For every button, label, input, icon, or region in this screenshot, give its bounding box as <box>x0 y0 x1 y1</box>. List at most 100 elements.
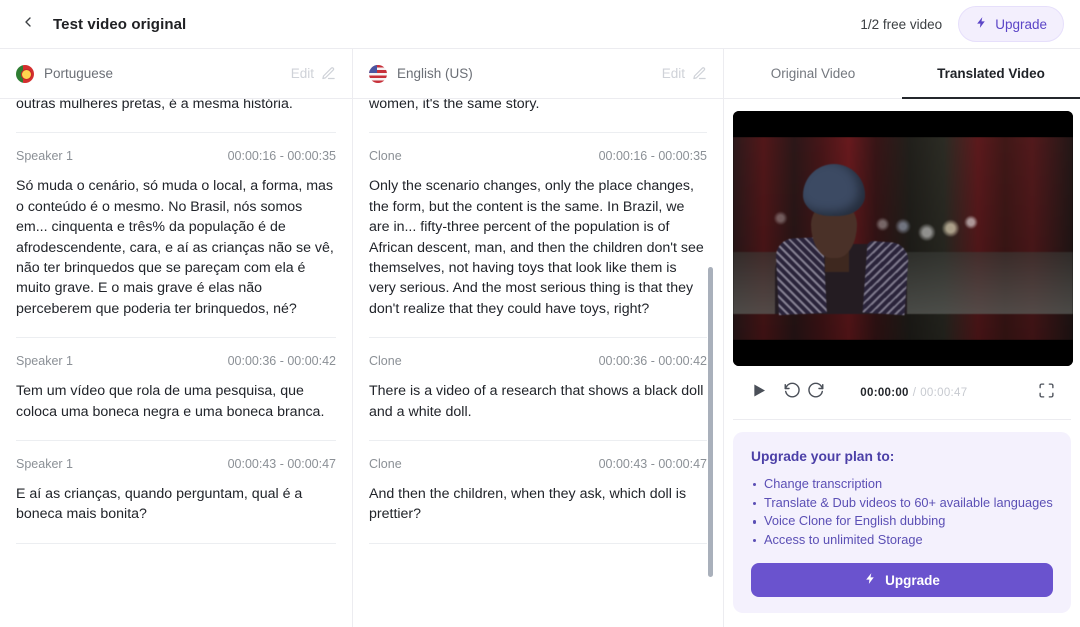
segment-time: 00:00:43 - 00:00:47 <box>598 457 707 472</box>
edit-source-label: Edit <box>290 66 314 81</box>
portugal-flag-icon <box>16 64 34 83</box>
fullscreen-button[interactable] <box>1038 382 1055 404</box>
subject-head-wrap <box>803 164 865 216</box>
transcript-scrollbar[interactable] <box>708 107 713 623</box>
play-icon <box>751 382 767 404</box>
chevron-left-icon <box>20 14 36 35</box>
usa-flag-icon <box>369 64 387 83</box>
transcript-segment[interactable]: Speaker 1 00:00:16 - 00:00:35 Só muda o … <box>16 133 338 339</box>
segment-speaker: Clone <box>369 457 402 472</box>
upgrade-benefit-item: Access to unlimited Storage <box>751 531 1053 550</box>
rewind-10-icon <box>783 381 801 404</box>
segment-text: And then the children, when they ask, wh… <box>369 486 690 523</box>
segment-time: 00:00:16 - 00:00:35 <box>598 149 707 164</box>
segment-speaker: Speaker 1 <box>16 354 73 369</box>
target-transcript-body[interactable]: women, it's the same story. Clone 00:00:… <box>353 99 723 627</box>
segment-text: There is a video of a research that show… <box>369 383 708 420</box>
free-video-counter: 1/2 free video <box>860 16 943 32</box>
segment-speaker: Clone <box>369 354 402 369</box>
segment-meta: Clone 00:00:36 - 00:00:42 <box>369 354 707 368</box>
edit-target-label: Edit <box>661 66 685 81</box>
transcript-segment[interactable]: Speaker 1 00:00:36 - 00:00:42 Tem um víd… <box>16 338 336 442</box>
edit-target-button[interactable]: Edit <box>662 66 707 81</box>
transcript-segment[interactable]: Clone 00:00:43 - 00:00:47 And then the c… <box>369 441 707 544</box>
player-controls: 00:00:00 / 00:00:47 <box>733 366 1071 420</box>
upgrade-card: Upgrade your plan to: Change transcripti… <box>733 432 1071 614</box>
duration-time: 00:00:47 <box>920 386 968 399</box>
time-display: 00:00:00 / 00:00:47 <box>860 387 967 399</box>
video-player[interactable] <box>733 111 1073 366</box>
source-language-label: Portuguese <box>44 66 114 81</box>
tab-original-video-label: Original Video <box>770 66 856 81</box>
segment-meta: Speaker 1 00:00:36 - 00:00:42 <box>16 354 336 368</box>
current-time: 00:00:00 <box>860 386 909 399</box>
main-content: Portuguese Edit outras mulheres pretas, … <box>0 49 1080 627</box>
segment-speaker: Clone <box>369 149 402 164</box>
upgrade-card-title: Upgrade your plan to: <box>751 449 895 464</box>
segment-text: E aí as crianças, quando perguntam, qual… <box>16 486 307 523</box>
time-separator: / <box>912 386 917 399</box>
upgrade-button-header[interactable]: Upgrade <box>958 6 1064 42</box>
upgrade-benefit-item: Voice Clone for English dubbing <box>751 512 1053 531</box>
subject-shirt-right <box>862 240 910 316</box>
transcript-segment[interactable]: Clone 00:00:36 - 00:00:42 There is a vid… <box>369 338 708 442</box>
letterbox-bottom <box>733 340 1073 366</box>
top-bar: Test video original 1/2 free video Upgra… <box>0 0 1080 49</box>
target-language-header: English (US) Edit <box>353 49 723 99</box>
source-transcript-body[interactable]: outras mulheres pretas, é a mesma histór… <box>0 99 352 627</box>
lightning-bolt-icon <box>864 571 877 589</box>
segment-speaker: Speaker 1 <box>16 149 73 164</box>
page-title: Test video original <box>53 15 187 33</box>
transcript-segment[interactable]: outras mulheres pretas, é a mesma histór… <box>16 99 336 134</box>
segment-time: 00:00:16 - 00:00:35 <box>227 149 336 164</box>
segment-meta: Speaker 1 00:00:43 - 00:00:47 <box>16 457 336 471</box>
transcript-column-source: Portuguese Edit outras mulheres pretas, … <box>0 49 352 627</box>
source-language-header: Portuguese Edit <box>0 49 352 99</box>
transcript-segment[interactable]: Clone 00:00:16 - 00:00:35 Only the scena… <box>369 133 708 339</box>
upgrade-benefits-list: Change transcription Translate & Dub vid… <box>751 475 1053 549</box>
segment-speaker: Speaker 1 <box>16 457 73 472</box>
segment-text: outras mulheres pretas, é a mesma histór… <box>16 99 293 112</box>
segment-time: 00:00:43 - 00:00:47 <box>227 457 336 472</box>
forward-10-icon <box>807 381 825 404</box>
pencil-square-icon <box>692 66 707 81</box>
pencil-square-icon <box>321 66 336 81</box>
segment-meta: Clone 00:00:16 - 00:00:35 <box>369 149 707 163</box>
upgrade-button-header-label: Upgrade <box>995 16 1047 32</box>
forward-button[interactable] <box>807 381 825 404</box>
tab-translated-video-label: Translated Video <box>937 66 1045 81</box>
transcript-panel: Portuguese Edit outras mulheres pretas, … <box>0 49 723 627</box>
upgrade-benefit-item: Change transcription <box>751 475 1053 494</box>
play-button[interactable] <box>751 382 767 404</box>
upgrade-button-card-label: Upgrade <box>885 572 940 588</box>
video-subject-person <box>775 164 910 316</box>
target-language-label: English (US) <box>397 66 473 81</box>
video-frame-image <box>733 137 1073 340</box>
top-bar-right: 1/2 free video Upgrade <box>860 6 1064 42</box>
segment-time: 00:00:36 - 00:00:42 <box>227 354 336 369</box>
back-button[interactable] <box>14 10 42 38</box>
video-tabs: Original Video Translated Video <box>724 49 1080 99</box>
fullscreen-icon <box>1038 382 1055 404</box>
video-preview-panel: Original Video Translated Video 00:00:00… <box>723 49 1080 627</box>
upgrade-benefit-item: Translate & Dub videos to 60+ available … <box>751 494 1053 513</box>
segment-text: Only the scenario changes, only the plac… <box>369 178 708 317</box>
segment-meta: Clone 00:00:43 - 00:00:47 <box>369 457 707 471</box>
tab-original-video[interactable]: Original Video <box>724 49 902 98</box>
edit-source-button[interactable]: Edit <box>291 66 336 81</box>
segment-text: Tem um vídeo que rola de uma pesquisa, q… <box>16 383 325 420</box>
segment-text: Só muda o cenário, só muda o local, a fo… <box>16 178 338 317</box>
segment-time: 00:00:36 - 00:00:42 <box>598 354 707 369</box>
transcript-segment[interactable]: women, it's the same story. <box>369 99 707 134</box>
upgrade-button-card[interactable]: Upgrade <box>751 563 1053 598</box>
segment-text: women, it's the same story. <box>369 99 540 112</box>
rewind-button[interactable] <box>783 381 801 404</box>
tab-translated-video[interactable]: Translated Video <box>902 49 1080 99</box>
video-area <box>724 99 1080 366</box>
segment-meta: Speaker 1 00:00:16 - 00:00:35 <box>16 149 336 163</box>
transcript-segment[interactable]: Speaker 1 00:00:43 - 00:00:47 E aí as cr… <box>16 441 336 544</box>
transcript-column-target: English (US) Edit women, it's the same s… <box>352 49 723 627</box>
lightning-bolt-icon <box>975 15 988 33</box>
transcript-scrollbar-thumb[interactable] <box>708 267 713 577</box>
letterbox-top <box>733 111 1073 137</box>
